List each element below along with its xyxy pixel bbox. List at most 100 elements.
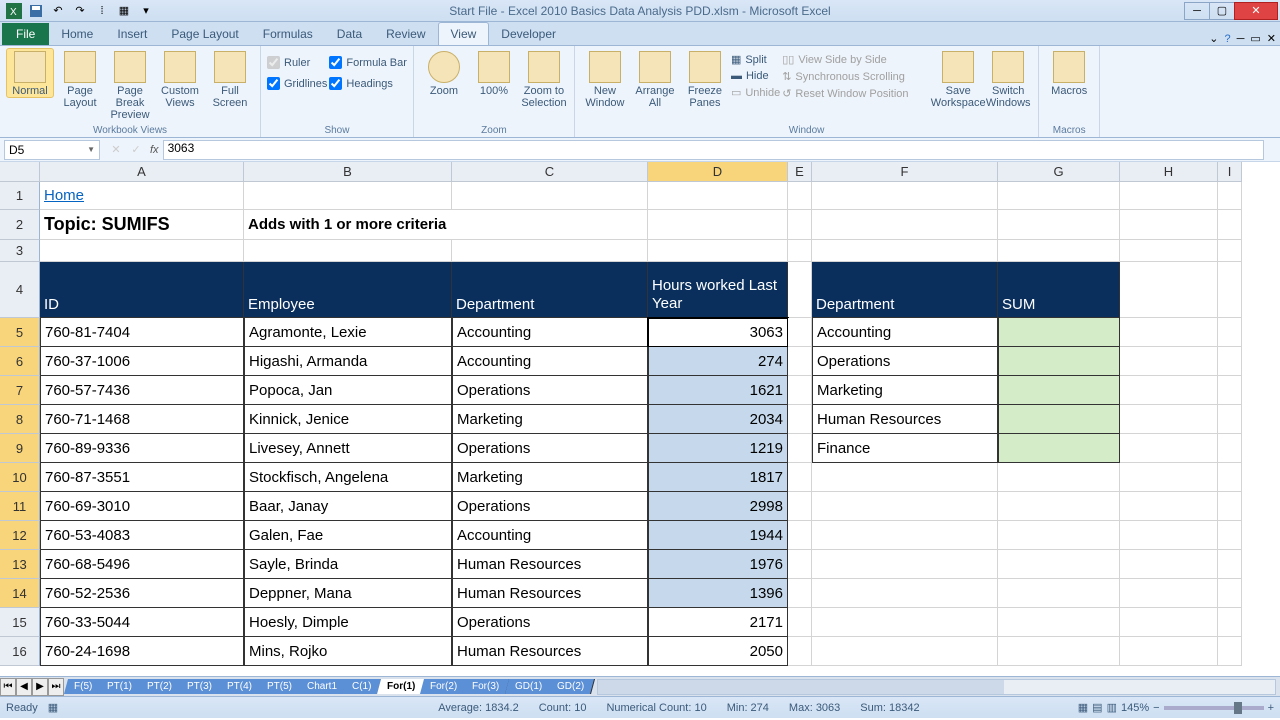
qat-dropdown-icon[interactable]: ▾ xyxy=(136,2,156,20)
id-cell[interactable]: 760-89-9336 xyxy=(40,434,244,463)
cell[interactable] xyxy=(1218,318,1242,347)
row-header[interactable]: 6 xyxy=(0,347,40,376)
cell[interactable] xyxy=(1120,262,1218,318)
cell[interactable] xyxy=(1218,405,1242,434)
column-header-H[interactable]: H xyxy=(1120,162,1218,182)
cell[interactable] xyxy=(812,637,998,666)
page-break-button[interactable]: Page Break Preview xyxy=(106,48,154,122)
sum-cell[interactable] xyxy=(998,376,1120,405)
row-header[interactable]: 5 xyxy=(0,318,40,347)
cell[interactable] xyxy=(788,262,812,318)
tab-formulas[interactable]: Formulas xyxy=(251,23,325,45)
cell[interactable] xyxy=(788,521,812,550)
tab-nav-last-icon[interactable]: ⏭ xyxy=(48,678,64,696)
row-header[interactable]: 12 xyxy=(0,521,40,550)
zoom-in-button[interactable]: + xyxy=(1268,702,1274,714)
side-dept-cell[interactable]: Finance xyxy=(812,434,998,463)
hide-button[interactable]: ▬ Hide xyxy=(731,69,780,83)
cell[interactable] xyxy=(788,637,812,666)
minimize-button[interactable]: ─ xyxy=(1184,2,1210,20)
cell[interactable] xyxy=(1218,521,1242,550)
tab-nav-next-icon[interactable]: ▶ xyxy=(32,678,48,696)
cancel-formula-icon[interactable]: ✕ xyxy=(106,143,126,156)
hours-cell[interactable]: 1219 xyxy=(648,434,788,463)
cell[interactable] xyxy=(1120,182,1218,210)
department-cell[interactable]: Accounting xyxy=(452,347,648,376)
cell[interactable] xyxy=(788,550,812,579)
sum-cell[interactable] xyxy=(998,347,1120,376)
select-all-corner[interactable] xyxy=(0,162,40,182)
id-cell[interactable]: 760-69-3010 xyxy=(40,492,244,521)
normal-view-button[interactable]: Normal xyxy=(6,48,54,98)
macro-record-icon[interactable]: ▦ xyxy=(48,701,58,714)
cell[interactable] xyxy=(648,240,788,262)
cell[interactable] xyxy=(788,347,812,376)
cell[interactable] xyxy=(998,463,1120,492)
cell[interactable] xyxy=(1218,262,1242,318)
hours-cell[interactable]: 1817 xyxy=(648,463,788,492)
employee-cell[interactable]: Livesey, Annett xyxy=(244,434,452,463)
tab-view[interactable]: View xyxy=(438,22,490,45)
zoom-slider[interactable] xyxy=(1164,706,1264,710)
cell[interactable] xyxy=(788,376,812,405)
tab-review[interactable]: Review xyxy=(374,23,437,45)
row-header[interactable]: 7 xyxy=(0,376,40,405)
cell[interactable] xyxy=(1218,637,1242,666)
column-header-G[interactable]: G xyxy=(998,162,1120,182)
hours-cell[interactable]: 1396 xyxy=(648,579,788,608)
side-dept-cell[interactable]: Human Resources xyxy=(812,405,998,434)
cell[interactable] xyxy=(812,463,998,492)
worksheet-grid[interactable]: ABCDEFGHI 1Home2Topic: SUMIFSAdds with 1… xyxy=(0,162,1280,676)
cell[interactable] xyxy=(998,182,1120,210)
tab-file[interactable]: File xyxy=(2,23,49,45)
hours-cell[interactable]: 2171 xyxy=(648,608,788,637)
column-header-I[interactable]: I xyxy=(1218,162,1242,182)
new-window-button[interactable]: New Window xyxy=(581,48,629,110)
id-cell[interactable]: 760-87-3551 xyxy=(40,463,244,492)
cell[interactable] xyxy=(812,550,998,579)
sheet-tab[interactable]: GD(2) xyxy=(547,679,595,694)
employee-cell[interactable]: Deppner, Mana xyxy=(244,579,452,608)
cell[interactable] xyxy=(788,434,812,463)
cell[interactable] xyxy=(1120,434,1218,463)
cell[interactable] xyxy=(788,210,812,240)
close-button[interactable]: ✕ xyxy=(1234,2,1278,20)
row-header[interactable]: 14 xyxy=(0,579,40,608)
row-header[interactable]: 1 xyxy=(0,182,40,210)
qat-btn[interactable]: ▦ xyxy=(114,2,134,20)
department-cell[interactable]: Marketing xyxy=(452,463,648,492)
department-cell[interactable]: Accounting xyxy=(452,318,648,347)
chevron-down-icon[interactable]: ▼ xyxy=(87,145,95,154)
tab-nav-first-icon[interactable]: ⏮ xyxy=(0,678,16,696)
row-header[interactable]: 9 xyxy=(0,434,40,463)
id-cell[interactable]: 760-71-1468 xyxy=(40,405,244,434)
employee-cell[interactable]: Baar, Janay xyxy=(244,492,452,521)
row-header[interactable]: 15 xyxy=(0,608,40,637)
hours-cell[interactable]: 2050 xyxy=(648,637,788,666)
cell[interactable] xyxy=(1120,405,1218,434)
department-cell[interactable]: Operations xyxy=(452,492,648,521)
employee-cell[interactable]: Higashi, Armanda xyxy=(244,347,452,376)
cell[interactable] xyxy=(1120,579,1218,608)
employee-cell[interactable]: Hoesly, Dimple xyxy=(244,608,452,637)
formula-bar-checkbox[interactable]: Formula Bar xyxy=(329,56,407,69)
cell[interactable] xyxy=(1218,608,1242,637)
hours-cell[interactable]: 1976 xyxy=(648,550,788,579)
cell[interactable] xyxy=(1120,608,1218,637)
zoom-selection-button[interactable]: Zoom to Selection xyxy=(520,48,568,110)
save-icon[interactable] xyxy=(26,2,46,20)
row-header[interactable]: 2 xyxy=(0,210,40,240)
hours-cell[interactable]: 2034 xyxy=(648,405,788,434)
sheet-tab[interactable]: Chart1 xyxy=(297,679,348,694)
zoom-button[interactable]: Zoom xyxy=(420,48,468,98)
cell[interactable] xyxy=(1120,210,1218,240)
cell[interactable] xyxy=(452,240,648,262)
cell[interactable] xyxy=(788,405,812,434)
cell[interactable] xyxy=(648,210,788,240)
save-workspace-button[interactable]: Save Workspace xyxy=(934,48,982,110)
cell[interactable] xyxy=(1120,492,1218,521)
id-cell[interactable]: 760-68-5496 xyxy=(40,550,244,579)
hours-cell[interactable]: 2998 xyxy=(648,492,788,521)
cell[interactable] xyxy=(1218,376,1242,405)
cell[interactable] xyxy=(998,637,1120,666)
